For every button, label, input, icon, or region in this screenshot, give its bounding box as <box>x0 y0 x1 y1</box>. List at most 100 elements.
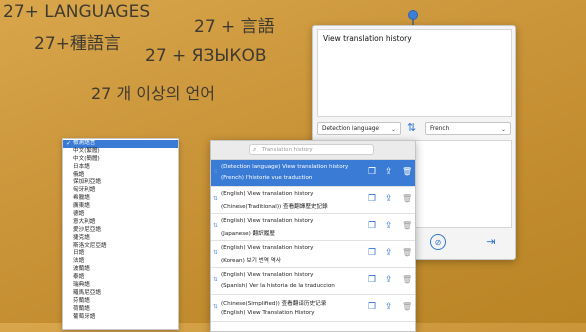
share-icon[interactable]: ⇪ <box>385 248 393 258</box>
history-row-target: (Chinese(Traditional)) 查看翻譯歷史記錄 <box>221 204 328 210</box>
language-option-label: 中文(繁體) <box>73 147 100 154</box>
history-row-source: (Chinese(Simplified)) 查看翻译历史记录 <box>221 301 327 307</box>
language-option-label: 廣東語 <box>73 203 90 210</box>
language-option-label: 俄語 <box>73 171 85 178</box>
swap-arrows-icon: ⇅ <box>213 169 218 175</box>
promo-languages-japanese: 27 + 言語 <box>194 17 275 37</box>
language-option[interactable]: 葡萄牙語 <box>63 314 178 322</box>
share-icon[interactable]: ⇪ <box>385 167 393 177</box>
swap-arrows-icon[interactable]: ⇅ <box>407 121 416 134</box>
history-row[interactable]: ⇅ (Chinese(Simplified)) 查看翻译历史记录 (English)… <box>211 295 415 322</box>
target-language-select[interactable]: French ⌄ <box>425 122 511 135</box>
language-option-label: 瑞典語 <box>73 282 90 289</box>
history-search-input[interactable]: Translation history <box>249 144 374 155</box>
source-text: View translation history <box>323 34 412 43</box>
language-option[interactable]: 荷蘭語 <box>63 306 178 314</box>
language-option-label: 德語 <box>73 211 85 218</box>
language-option-label: 日語 <box>73 250 85 257</box>
language-option[interactable]: 羅馬尼亞語 <box>63 290 178 298</box>
history-row-source: (English) View translation history <box>221 191 314 197</box>
trash-icon[interactable]: 🗑 <box>402 194 412 204</box>
history-row[interactable]: ⇅ (English) View translation history (Span… <box>211 268 415 295</box>
share-icon[interactable]: ⇪ <box>385 302 393 312</box>
language-option[interactable]: ✓ 檢測語言 <box>63 140 178 148</box>
language-option[interactable]: 愛沙尼亞語 <box>63 227 178 235</box>
language-option-label: 法語 <box>73 258 85 265</box>
trash-icon[interactable]: 🗑 <box>402 221 412 231</box>
language-option[interactable]: 泰語 <box>63 274 178 282</box>
language-option-label: 捷克語 <box>73 234 90 241</box>
language-option[interactable]: 中文(簡體) <box>63 156 178 164</box>
share-icon[interactable]: ⇪ <box>385 221 393 231</box>
trash-icon[interactable]: 🗑 <box>402 275 412 285</box>
language-option[interactable]: 廣東語 <box>63 203 178 211</box>
pin-icon[interactable] <box>409 11 417 19</box>
compass-icon[interactable]: ⊘ <box>430 234 446 250</box>
history-row[interactable]: ⇅ (English) View translation history (Japa… <box>211 214 415 241</box>
swap-arrows-icon: ⇅ <box>213 196 218 202</box>
language-option-label: 日本語 <box>73 163 90 170</box>
exit-icon[interactable]: ⇥ <box>483 234 499 250</box>
promo-languages-english: 27+ LANGUAGES <box>3 2 151 22</box>
source-text-area[interactable]: View translation history <box>317 29 512 117</box>
promo-languages-chinese: 27+種語言 <box>34 34 121 54</box>
language-option[interactable]: 希臘語 <box>63 195 178 203</box>
target-language-label: French <box>430 126 450 132</box>
history-row-source: (Detection language) View translation hi… <box>221 164 349 170</box>
language-option-label: 芬蘭語 <box>73 297 90 304</box>
chevron-down-icon: ⌄ <box>390 126 396 133</box>
language-option-label: 斯洛文尼亞語 <box>73 242 107 249</box>
language-option-label: 羅馬尼亞語 <box>73 289 101 296</box>
history-row[interactable]: ⇅ (Detection language) View translation h… <box>211 160 415 187</box>
swap-arrows-icon: ⇅ <box>213 250 218 256</box>
language-option[interactable]: 瑞典語 <box>63 282 178 290</box>
share-icon[interactable]: ⇪ <box>385 194 393 204</box>
language-option[interactable]: 日本語 <box>63 164 178 172</box>
language-option[interactable]: 波蘭語 <box>63 266 178 274</box>
language-option[interactable]: 中文(繁體) <box>63 148 178 156</box>
history-row-source: (English) View translation history <box>221 218 314 224</box>
language-option[interactable]: 意大利語 <box>63 219 178 227</box>
copy-icon[interactable]: ❐ <box>368 167 376 177</box>
history-row-target: (English) View Translation History <box>221 310 315 316</box>
translation-history-window: Translation history ⌕ ⇅ (Detection langua… <box>210 140 416 332</box>
language-option-label: 匈牙利語 <box>73 187 96 194</box>
checkmark-icon: ✓ <box>66 140 72 147</box>
language-option[interactable]: 芬蘭語 <box>63 298 178 306</box>
language-option[interactable]: 捷克語 <box>63 235 178 243</box>
language-option-label: 希臘語 <box>73 195 90 202</box>
promo-languages-korean: 27 개 이상의 언어 <box>91 84 215 103</box>
language-option[interactable]: 德語 <box>63 211 178 219</box>
history-row[interactable]: ⇅ (English) View translation history (Kore… <box>211 241 415 268</box>
language-option-label: 泰語 <box>73 274 85 281</box>
copy-icon[interactable]: ❐ <box>368 221 376 231</box>
swap-arrows-icon: ⇅ <box>213 304 218 310</box>
swap-arrows-icon: ⇅ <box>213 277 218 283</box>
source-language-select[interactable]: Detection language ⌄ <box>317 122 401 135</box>
language-option-label: 檢測語言 <box>73 140 96 146</box>
history-search-bar: Translation history ⌕ <box>211 141 415 160</box>
language-dropdown-list[interactable]: ✓ 檢測語言 中文(繁體) 中文(簡體) 日本語 俄語 保加利亞語 匈牙利語 希臘語 廣東語 德語意… <box>62 138 179 330</box>
copy-icon[interactable]: ❐ <box>368 275 376 285</box>
copy-icon[interactable]: ❐ <box>368 248 376 258</box>
language-option-label: 葡萄牙語 <box>73 313 96 320</box>
trash-icon[interactable]: 🗑 <box>402 248 412 258</box>
history-row-target: (French) l'historie vue traduction <box>221 175 313 181</box>
promo-languages-russian: 27 + ЯЗЫКОВ <box>145 46 267 66</box>
language-option-label: 荷蘭語 <box>73 305 90 312</box>
trash-icon[interactable]: 🗑 <box>402 302 412 312</box>
copy-icon[interactable]: ❐ <box>368 302 376 312</box>
copy-icon[interactable]: ❐ <box>368 194 376 204</box>
share-icon[interactable]: ⇪ <box>385 275 393 285</box>
search-icon: ⌕ <box>253 146 257 153</box>
history-row[interactable]: ⇅ (English) View translation history (Chin… <box>211 187 415 214</box>
history-row-source: (English) View translation history <box>221 272 314 278</box>
language-option-label: 波蘭語 <box>73 266 90 273</box>
language-option-label: 保加利亞語 <box>73 179 101 186</box>
language-option-label: 中文(簡體) <box>73 155 100 162</box>
history-row-target: (Spanish) Ver la historia de la traducci… <box>221 283 335 289</box>
history-row-target: (Japanese) 翻訳履歴 <box>221 231 275 237</box>
chevron-down-icon: ⌄ <box>500 126 506 133</box>
language-option-label: 愛沙尼亞語 <box>73 226 101 233</box>
trash-icon[interactable]: 🗑 <box>402 167 412 177</box>
